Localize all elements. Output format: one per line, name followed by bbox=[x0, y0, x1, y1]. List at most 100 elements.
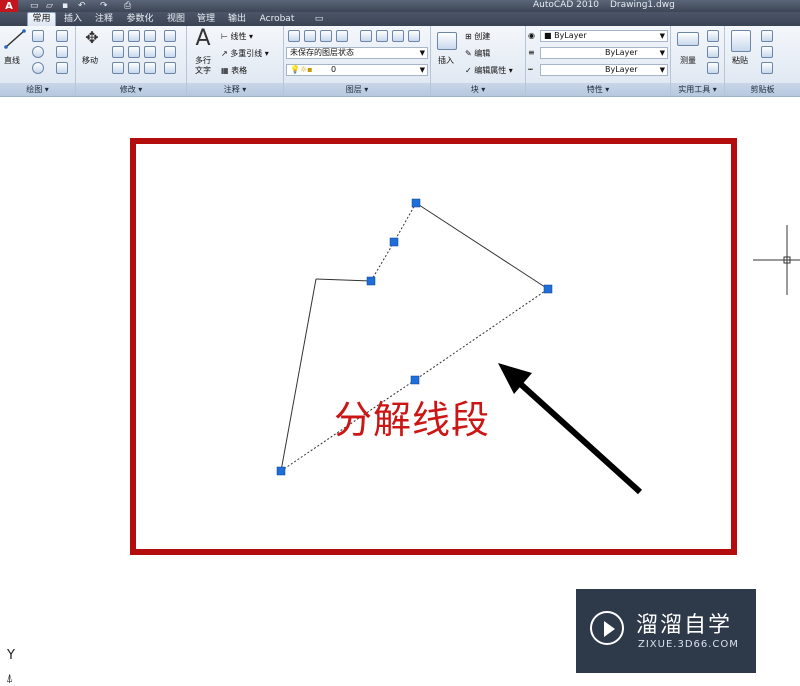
panel-title-utilities[interactable]: 实用工具 ▾ bbox=[671, 83, 724, 96]
rectangle-icon[interactable] bbox=[56, 46, 68, 58]
panel-title-block[interactable]: 块 ▾ bbox=[431, 83, 525, 96]
ribbon-minimize-icon[interactable]: ▭ bbox=[312, 13, 326, 26]
tab-output[interactable]: 输出 bbox=[224, 13, 250, 26]
save-icon[interactable]: ▪ bbox=[62, 1, 68, 11]
panel-layers: 未保存的图层状态 ▼ 0 ▼ 💡☼▪ 图层 ▾ bbox=[284, 26, 431, 96]
linetype-icon: ┅ bbox=[528, 65, 533, 74]
ellipse-icon[interactable] bbox=[32, 62, 44, 74]
move-icon[interactable]: ✥ bbox=[80, 28, 104, 47]
scale-icon[interactable] bbox=[128, 62, 140, 74]
layer-freeze-icon[interactable] bbox=[360, 30, 372, 42]
copy-icon[interactable] bbox=[112, 30, 124, 42]
id-point-icon[interactable] bbox=[707, 46, 719, 58]
panel-annotation: A 多行文字 ⊢ 线性 ▾ ↗ 多重引线 ▾ ▦ 表格 注释 ▾ bbox=[187, 26, 284, 96]
tab-manage[interactable]: 管理 bbox=[193, 13, 219, 26]
new-icon[interactable]: ▭ bbox=[30, 1, 39, 11]
tab-parametric[interactable]: 参数化 bbox=[122, 13, 158, 26]
panel-title-layers[interactable]: 图层 ▾ bbox=[284, 83, 430, 96]
cut-icon[interactable] bbox=[761, 30, 773, 42]
rotate-icon[interactable] bbox=[128, 30, 140, 42]
paste-icon[interactable] bbox=[731, 30, 751, 52]
hatch-icon[interactable] bbox=[56, 62, 68, 74]
edit-attribute-button[interactable]: ✓ 编辑属性 ▾ bbox=[465, 66, 513, 76]
panel-title-modify[interactable]: 修改 ▾ bbox=[76, 83, 186, 96]
app-title: AutoCAD 2010 bbox=[533, 0, 600, 10]
circle-icon[interactable] bbox=[32, 46, 44, 58]
mirror-icon[interactable] bbox=[112, 46, 124, 58]
panel-utilities: 测量 实用工具 ▾ bbox=[671, 26, 725, 96]
play-icon bbox=[590, 611, 624, 645]
layer-properties-icon[interactable] bbox=[288, 30, 300, 42]
layer-lock-icon[interactable] bbox=[392, 30, 404, 42]
arc-icon[interactable] bbox=[56, 30, 68, 42]
fillet-icon[interactable] bbox=[128, 46, 140, 58]
document-title: Drawing1.dwg bbox=[610, 0, 675, 10]
multiline-text-icon[interactable]: A bbox=[191, 26, 215, 51]
grip-point[interactable] bbox=[389, 237, 399, 247]
layer-previous-icon[interactable] bbox=[320, 30, 332, 42]
paste-label: 粘贴 bbox=[732, 56, 748, 65]
drawing-canvas[interactable]: 分解线段 溜溜自学 ZIXUE.3D66.COM Y ⍋ bbox=[0, 97, 800, 685]
drawing-overlay bbox=[130, 138, 800, 555]
linetype-dropdown[interactable]: ByLayer ▼ bbox=[540, 64, 668, 76]
watermark-name: 溜溜自学 bbox=[636, 613, 733, 638]
polyline-icon[interactable] bbox=[32, 30, 44, 42]
trim-icon[interactable] bbox=[144, 30, 156, 42]
offset-icon[interactable] bbox=[164, 62, 176, 74]
panel-modify: ✥ 移动 修改 ▾ bbox=[76, 26, 187, 96]
create-block-button[interactable]: ⊞ 创建 bbox=[465, 32, 490, 42]
print-icon[interactable]: ⎙ bbox=[124, 1, 131, 11]
watermark-url: ZIXUE.3D66.COM bbox=[638, 639, 739, 650]
open-icon[interactable]: ▱ bbox=[46, 1, 53, 11]
title-bar: A ▭ ▱ ▪ ↶ ↷ ⎙ AutoCAD 2010 Drawing1.dwg bbox=[0, 0, 800, 14]
segment-short[interactable] bbox=[315, 278, 372, 282]
grip-point[interactable] bbox=[411, 198, 421, 208]
layer-unlock-icon[interactable] bbox=[408, 30, 420, 42]
layer-off-icon[interactable] bbox=[376, 30, 388, 42]
color-dropdown[interactable]: ■ ByLayer ▼ bbox=[540, 30, 668, 42]
tab-annotate[interactable]: 注释 bbox=[91, 13, 117, 26]
tab-insert[interactable]: 插入 bbox=[60, 13, 86, 26]
tab-view[interactable]: 视图 bbox=[163, 13, 189, 26]
panel-title-clipboard[interactable]: 剪贴板 bbox=[725, 83, 800, 96]
array-icon[interactable] bbox=[144, 62, 156, 74]
ribbon: 直线 绘图 ▾ ✥ 移动 修改 ▾ A 多行文字 ⊢ 线性 ▾ ↗ 多重引线 ▾… bbox=[0, 26, 800, 97]
tab-home[interactable]: 常用 bbox=[27, 12, 56, 26]
panel-title-annotation[interactable]: 注释 ▾ bbox=[187, 83, 283, 96]
grip-point[interactable] bbox=[276, 466, 286, 476]
panel-title-properties[interactable]: 特性 ▾ bbox=[526, 83, 670, 96]
calculator-icon[interactable] bbox=[707, 62, 719, 74]
multileader-button[interactable]: ↗ 多重引线 ▾ bbox=[221, 49, 269, 59]
explode-icon[interactable] bbox=[164, 46, 176, 58]
redo-icon[interactable]: ↷ bbox=[100, 1, 108, 11]
layer-isolate-icon[interactable] bbox=[336, 30, 348, 42]
brush-icon[interactable] bbox=[112, 62, 124, 74]
edit-block-button[interactable]: ✎ 编辑 bbox=[465, 49, 490, 59]
ucs-icon: ⍋ bbox=[6, 671, 14, 685]
segment-top-right[interactable] bbox=[415, 202, 549, 290]
linear-dimension-button[interactable]: ⊢ 线性 ▾ bbox=[221, 32, 253, 42]
undo-icon[interactable]: ↶ bbox=[78, 1, 86, 11]
panel-block: 插入 ⊞ 创建 ✎ 编辑 ✓ 编辑属性 ▾ 块 ▾ bbox=[431, 26, 526, 96]
panel-title-draw[interactable]: 绘图 ▾ bbox=[0, 83, 75, 96]
layer-state-dropdown[interactable]: 未保存的图层状态 ▼ bbox=[286, 47, 428, 59]
grip-point[interactable] bbox=[366, 276, 376, 286]
lineweight-icon: ≡ bbox=[528, 48, 535, 57]
table-button[interactable]: ▦ 表格 bbox=[221, 66, 247, 76]
measure-icon[interactable] bbox=[677, 32, 699, 46]
watermark: 溜溜自学 ZIXUE.3D66.COM bbox=[576, 589, 756, 673]
line-icon[interactable] bbox=[4, 29, 26, 49]
grip-point[interactable] bbox=[410, 375, 420, 385]
tab-acrobat[interactable]: Acrobat bbox=[256, 13, 298, 26]
quick-select-icon[interactable] bbox=[707, 30, 719, 42]
insert-block-icon[interactable] bbox=[437, 32, 457, 50]
copy-clip-icon[interactable] bbox=[761, 46, 773, 58]
grip-point[interactable] bbox=[543, 284, 553, 294]
lineweight-dropdown[interactable]: ByLayer ▼ bbox=[540, 47, 668, 59]
segment-left[interactable] bbox=[280, 278, 317, 472]
erase-icon[interactable] bbox=[164, 30, 176, 42]
stretch-icon[interactable] bbox=[144, 46, 156, 58]
panel-properties: ◉ ■ ByLayer ▼ ≡ ByLayer ▼ ┅ ByLayer ▼ 特性 ▾ bbox=[526, 26, 671, 96]
match-properties-icon[interactable] bbox=[761, 62, 773, 74]
layer-match-icon[interactable] bbox=[304, 30, 316, 42]
